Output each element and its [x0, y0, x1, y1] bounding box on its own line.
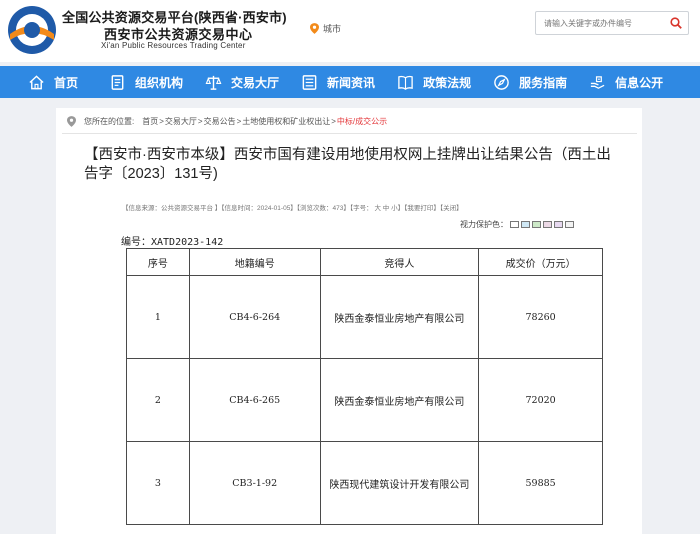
table-header-row: 序号 地籍编号 竞得人 成交价（万元） [126, 248, 603, 276]
color-swatch-gray[interactable] [565, 221, 574, 228]
location-pin-icon [67, 116, 76, 127]
nav-label: 信息公开 [615, 75, 664, 90]
main-nav: 首页 组织机构 交易大厅 新闻资讯 政策法规 服务指南 信息公开 [0, 66, 700, 98]
color-swatch-pink[interactable] [543, 221, 552, 228]
table-row: 3 CB3-1-92 陕西现代建筑设计开发有限公司 59885 [126, 441, 603, 525]
table-row: 1 CB4-6-264 陕西金泰恒业房地产有限公司 78260 [126, 275, 603, 359]
cell-parcel: CB4-6-264 [188, 275, 321, 359]
nav-label: 交易大厅 [231, 75, 280, 90]
breadcrumb-separator: > [236, 117, 242, 126]
article-code: 编号：XATD2023-142 [121, 237, 224, 248]
nav-item-service-guide[interactable]: 服务指南 [493, 66, 567, 98]
breadcrumb-item-current[interactable]: 中标/成交公示 [337, 116, 387, 127]
result-table: 序号 地籍编号 竞得人 成交价（万元） 1 CB4-6-264 陕西金泰恒业房地… [126, 248, 603, 525]
compass-icon [494, 74, 509, 90]
table-header: 地籍编号 [188, 248, 321, 276]
cell-price: 59885 [478, 441, 603, 525]
city-selector[interactable]: 城市 [310, 22, 341, 35]
nav-item-organization[interactable]: 组织机构 [109, 66, 183, 98]
logo-icon[interactable] [6, 4, 58, 56]
cell-parcel: CB4-6-265 [188, 358, 321, 442]
city-label: 城市 [323, 24, 342, 34]
color-swatch-blue[interactable] [521, 221, 530, 228]
article-meta: 【信息来源：公共资源交易平台 】【信息时间：2024-01-05】【浏览次数：4… [122, 205, 463, 212]
breadcrumb-separator: > [331, 117, 336, 126]
table-row: 2 CB4-6-265 陕西金泰恒业房地产有限公司 72020 [126, 358, 603, 442]
cell-price: 72020 [478, 358, 603, 442]
cell-parcel: CB3-1-92 [188, 441, 321, 525]
cell-winner: 陕西金泰恒业房地产有限公司 [319, 358, 480, 442]
breadcrumb-item-home[interactable]: 首页 [142, 116, 158, 127]
book-icon [398, 75, 413, 90]
nav-label: 首页 [54, 75, 79, 90]
breadcrumb-prefix: 您所在的位置: [84, 117, 135, 126]
table-header: 序号 [126, 248, 190, 276]
breadcrumb-item-announcements[interactable]: 交易公告 [204, 116, 236, 127]
nav-label: 新闻资讯 [327, 75, 376, 90]
color-swatch-green[interactable] [532, 221, 541, 228]
search-icon[interactable] [670, 17, 682, 29]
cell-no: 2 [126, 358, 190, 442]
cell-no: 1 [126, 275, 190, 359]
cell-winner: 陕西金泰恒业房地产有限公司 [319, 275, 480, 359]
news-icon [302, 74, 317, 90]
color-swatch-purple[interactable] [554, 221, 563, 228]
cell-no: 3 [126, 441, 190, 525]
cell-winner: 陕西现代建筑设计开发有限公司 [319, 441, 480, 525]
nav-item-policy[interactable]: 政策法规 [397, 66, 471, 98]
breadcrumb-separator: > [197, 117, 203, 126]
nav-item-trading-hall[interactable]: 交易大厅 [205, 66, 279, 98]
nav-label: 组织机构 [135, 75, 184, 90]
search-input[interactable] [536, 12, 662, 34]
breadcrumb: 您所在的位置: 首页 > 交易大厅 > 交易公告 > 土地使用权和矿业权出让 >… [67, 116, 387, 127]
hand-icon [590, 75, 605, 89]
home-icon [29, 74, 44, 89]
table-header: 竞得人 [319, 248, 480, 276]
scale-icon [205, 75, 222, 90]
nav-label: 政策法规 [423, 75, 472, 90]
nav-item-disclosure[interactable]: 信息公开 [589, 66, 663, 98]
location-pin-icon [310, 23, 319, 34]
site-header: 全国公共资源交易平台(陕西省·西安市) 西安市公共资源交易中心 Xi'an Pu… [0, 0, 700, 62]
article-title: 【西安市·西安市本级】西安市国有建设用地使用权网上挂牌出让结果公告（西土出告字〔… [84, 147, 611, 182]
breadcrumb-item-land-rights[interactable]: 土地使用权和矿业权出让 [242, 116, 330, 127]
eye-protection-label: 视力保护色： [460, 220, 508, 229]
document-icon [111, 74, 124, 90]
divider [62, 133, 637, 134]
nav-label: 服务指南 [519, 75, 568, 90]
color-swatch-white[interactable] [510, 221, 519, 228]
nav-item-news[interactable]: 新闻资讯 [301, 66, 375, 98]
site-english-name: Xi'an Public Resources Trading Center [101, 41, 246, 50]
search-box [535, 11, 689, 35]
cell-price: 78260 [478, 275, 603, 359]
nav-item-home[interactable]: 首页 [28, 66, 78, 98]
breadcrumb-item-trading-hall[interactable]: 交易大厅 [165, 116, 197, 127]
table-header: 成交价（万元） [478, 248, 603, 276]
eye-protection-colors: 视力保护色： [460, 219, 574, 230]
breadcrumb-separator: > [159, 117, 164, 126]
